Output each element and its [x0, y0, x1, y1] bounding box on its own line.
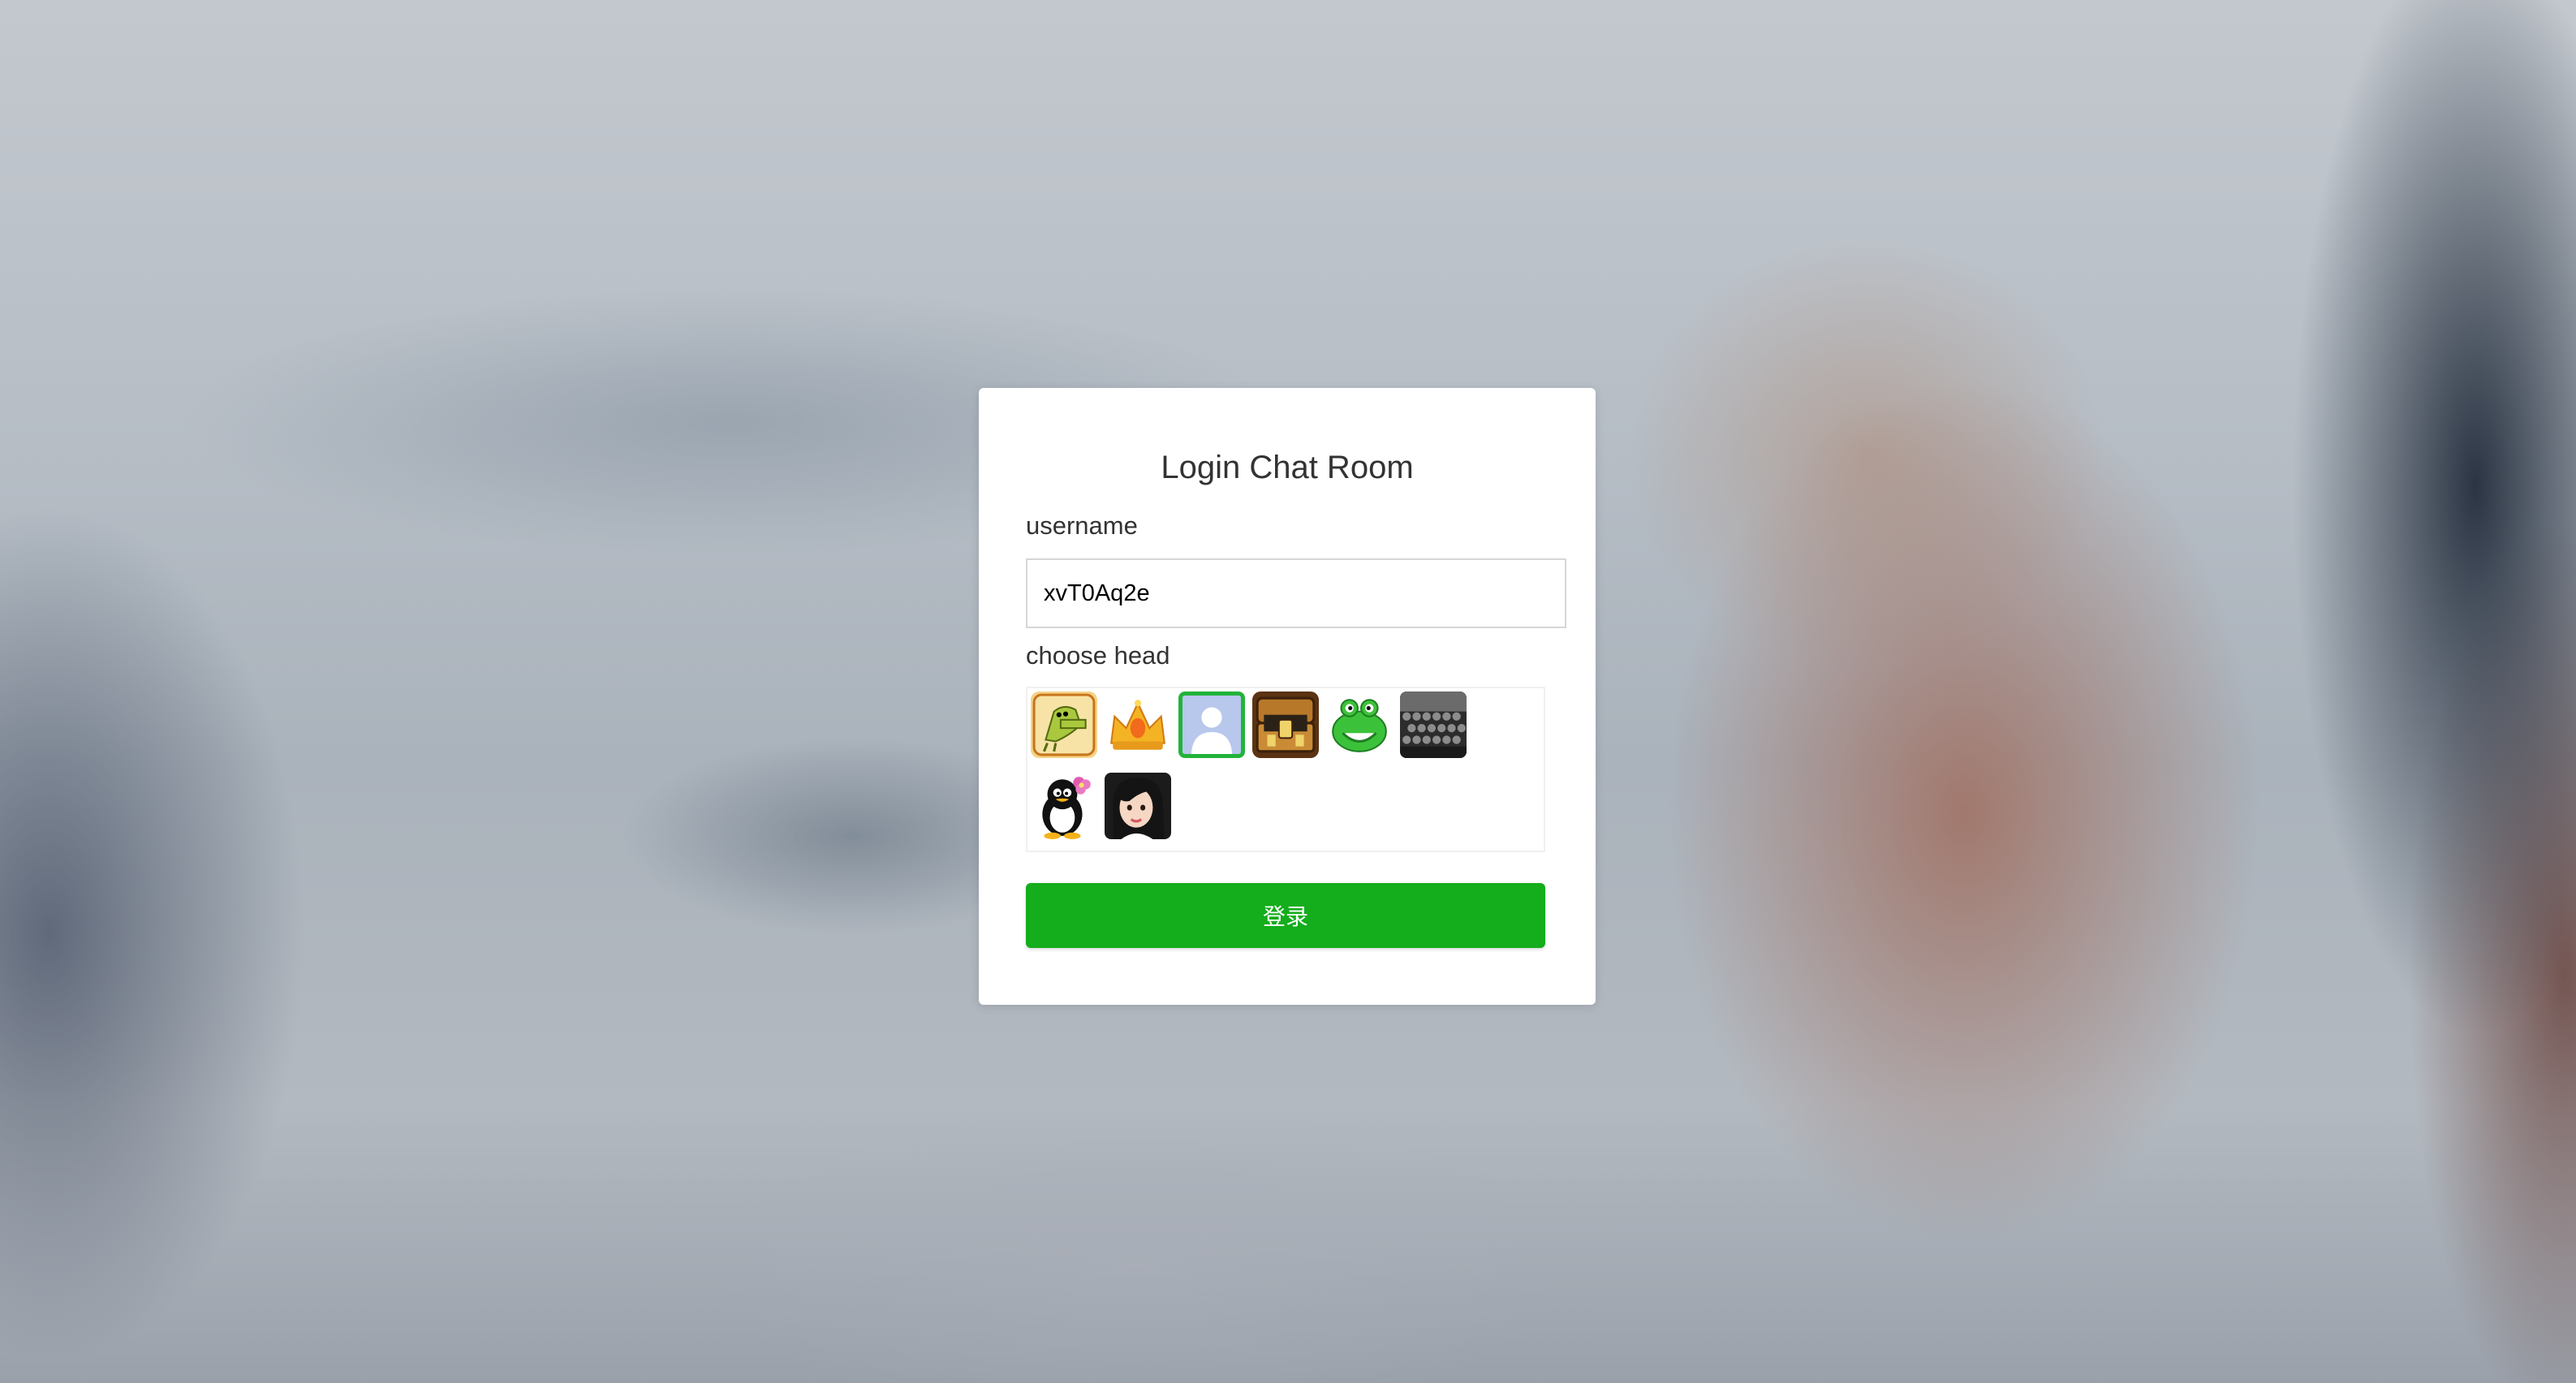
- treasure-chest-avatar-icon[interactable]: [1252, 692, 1319, 758]
- green-frog-avatar-icon[interactable]: [1326, 692, 1393, 758]
- doodle-jump-avatar-icon[interactable]: [1031, 692, 1097, 758]
- username-input[interactable]: [1026, 558, 1566, 628]
- avatar-picker: [1026, 687, 1545, 852]
- girl-portrait-avatar-icon[interactable]: [1105, 773, 1171, 839]
- page-title: Login Chat Room: [1161, 450, 1414, 485]
- choose-head-label: choose head: [1026, 641, 1170, 670]
- username-label: username: [1026, 511, 1138, 540]
- audience-photo-avatar-icon[interactable]: [1400, 692, 1467, 758]
- gold-crown-avatar-icon[interactable]: [1105, 692, 1171, 758]
- penguin-with-flower-avatar-icon[interactable]: [1031, 773, 1097, 839]
- default-person-avatar-icon[interactable]: [1178, 692, 1245, 758]
- login-card: Login Chat Room username choose head: [979, 388, 1596, 1005]
- login-button[interactable]: 登录: [1026, 883, 1545, 948]
